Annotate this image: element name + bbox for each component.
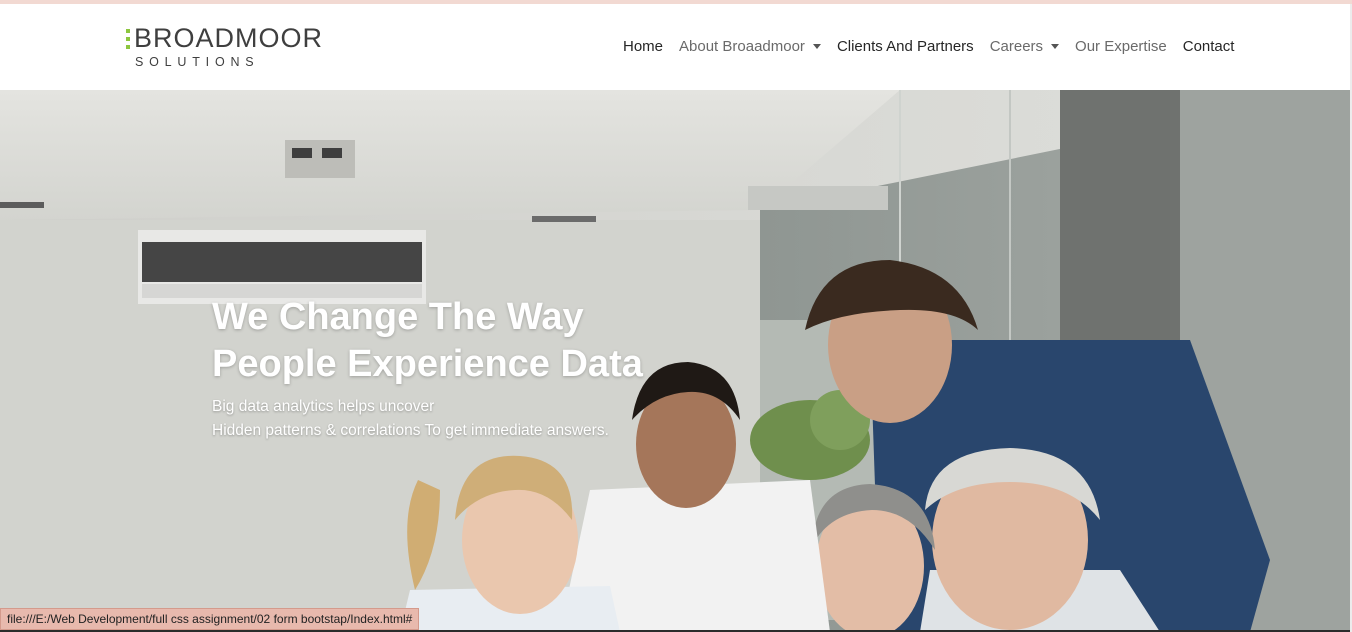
hero-subtitle: Big data analytics helps uncover Hidden … [212, 395, 732, 443]
hero-text: We Change The Way People Experience Data… [212, 294, 732, 443]
hero-title-line-1: We Change The Way [212, 296, 584, 338]
brand-logo[interactable]: BROADMOOR SOLUTIONS [126, 24, 336, 72]
nav-clients-and-partners[interactable]: Clients And Partners [837, 38, 974, 55]
hero-subtitle-line-1: Big data analytics helps uncover [212, 398, 435, 415]
logo-mark-icon [126, 29, 131, 49]
browser-status-url: file:///E:/Web Development/full css assi… [0, 608, 420, 630]
nav-contact[interactable]: Contact [1183, 38, 1235, 55]
hero-banner: We Change The Way People Experience Data… [0, 90, 1350, 632]
nav-home[interactable]: Home [623, 38, 663, 55]
hero-title-line-2: People Experience Data [212, 343, 643, 385]
main-nav: Home About Broaadmoor Clients And Partne… [623, 38, 1250, 55]
nav-about-dropdown[interactable]: About Broaadmoor [679, 38, 821, 55]
nav-careers-dropdown[interactable]: Careers [990, 38, 1060, 55]
navbar: BROADMOOR SOLUTIONS Home About Broaadmoo… [0, 4, 1352, 90]
hero-title: We Change The Way People Experience Data [212, 294, 732, 388]
caret-down-icon [1051, 44, 1060, 49]
caret-down-icon [812, 44, 821, 49]
brand-name: BROADMOOR [134, 23, 324, 53]
hero-subtitle-line-2: Hidden patterns & correlations To get im… [212, 422, 609, 439]
nav-our-expertise[interactable]: Our Expertise [1075, 38, 1167, 55]
brand-tagline: SOLUTIONS [135, 55, 260, 69]
